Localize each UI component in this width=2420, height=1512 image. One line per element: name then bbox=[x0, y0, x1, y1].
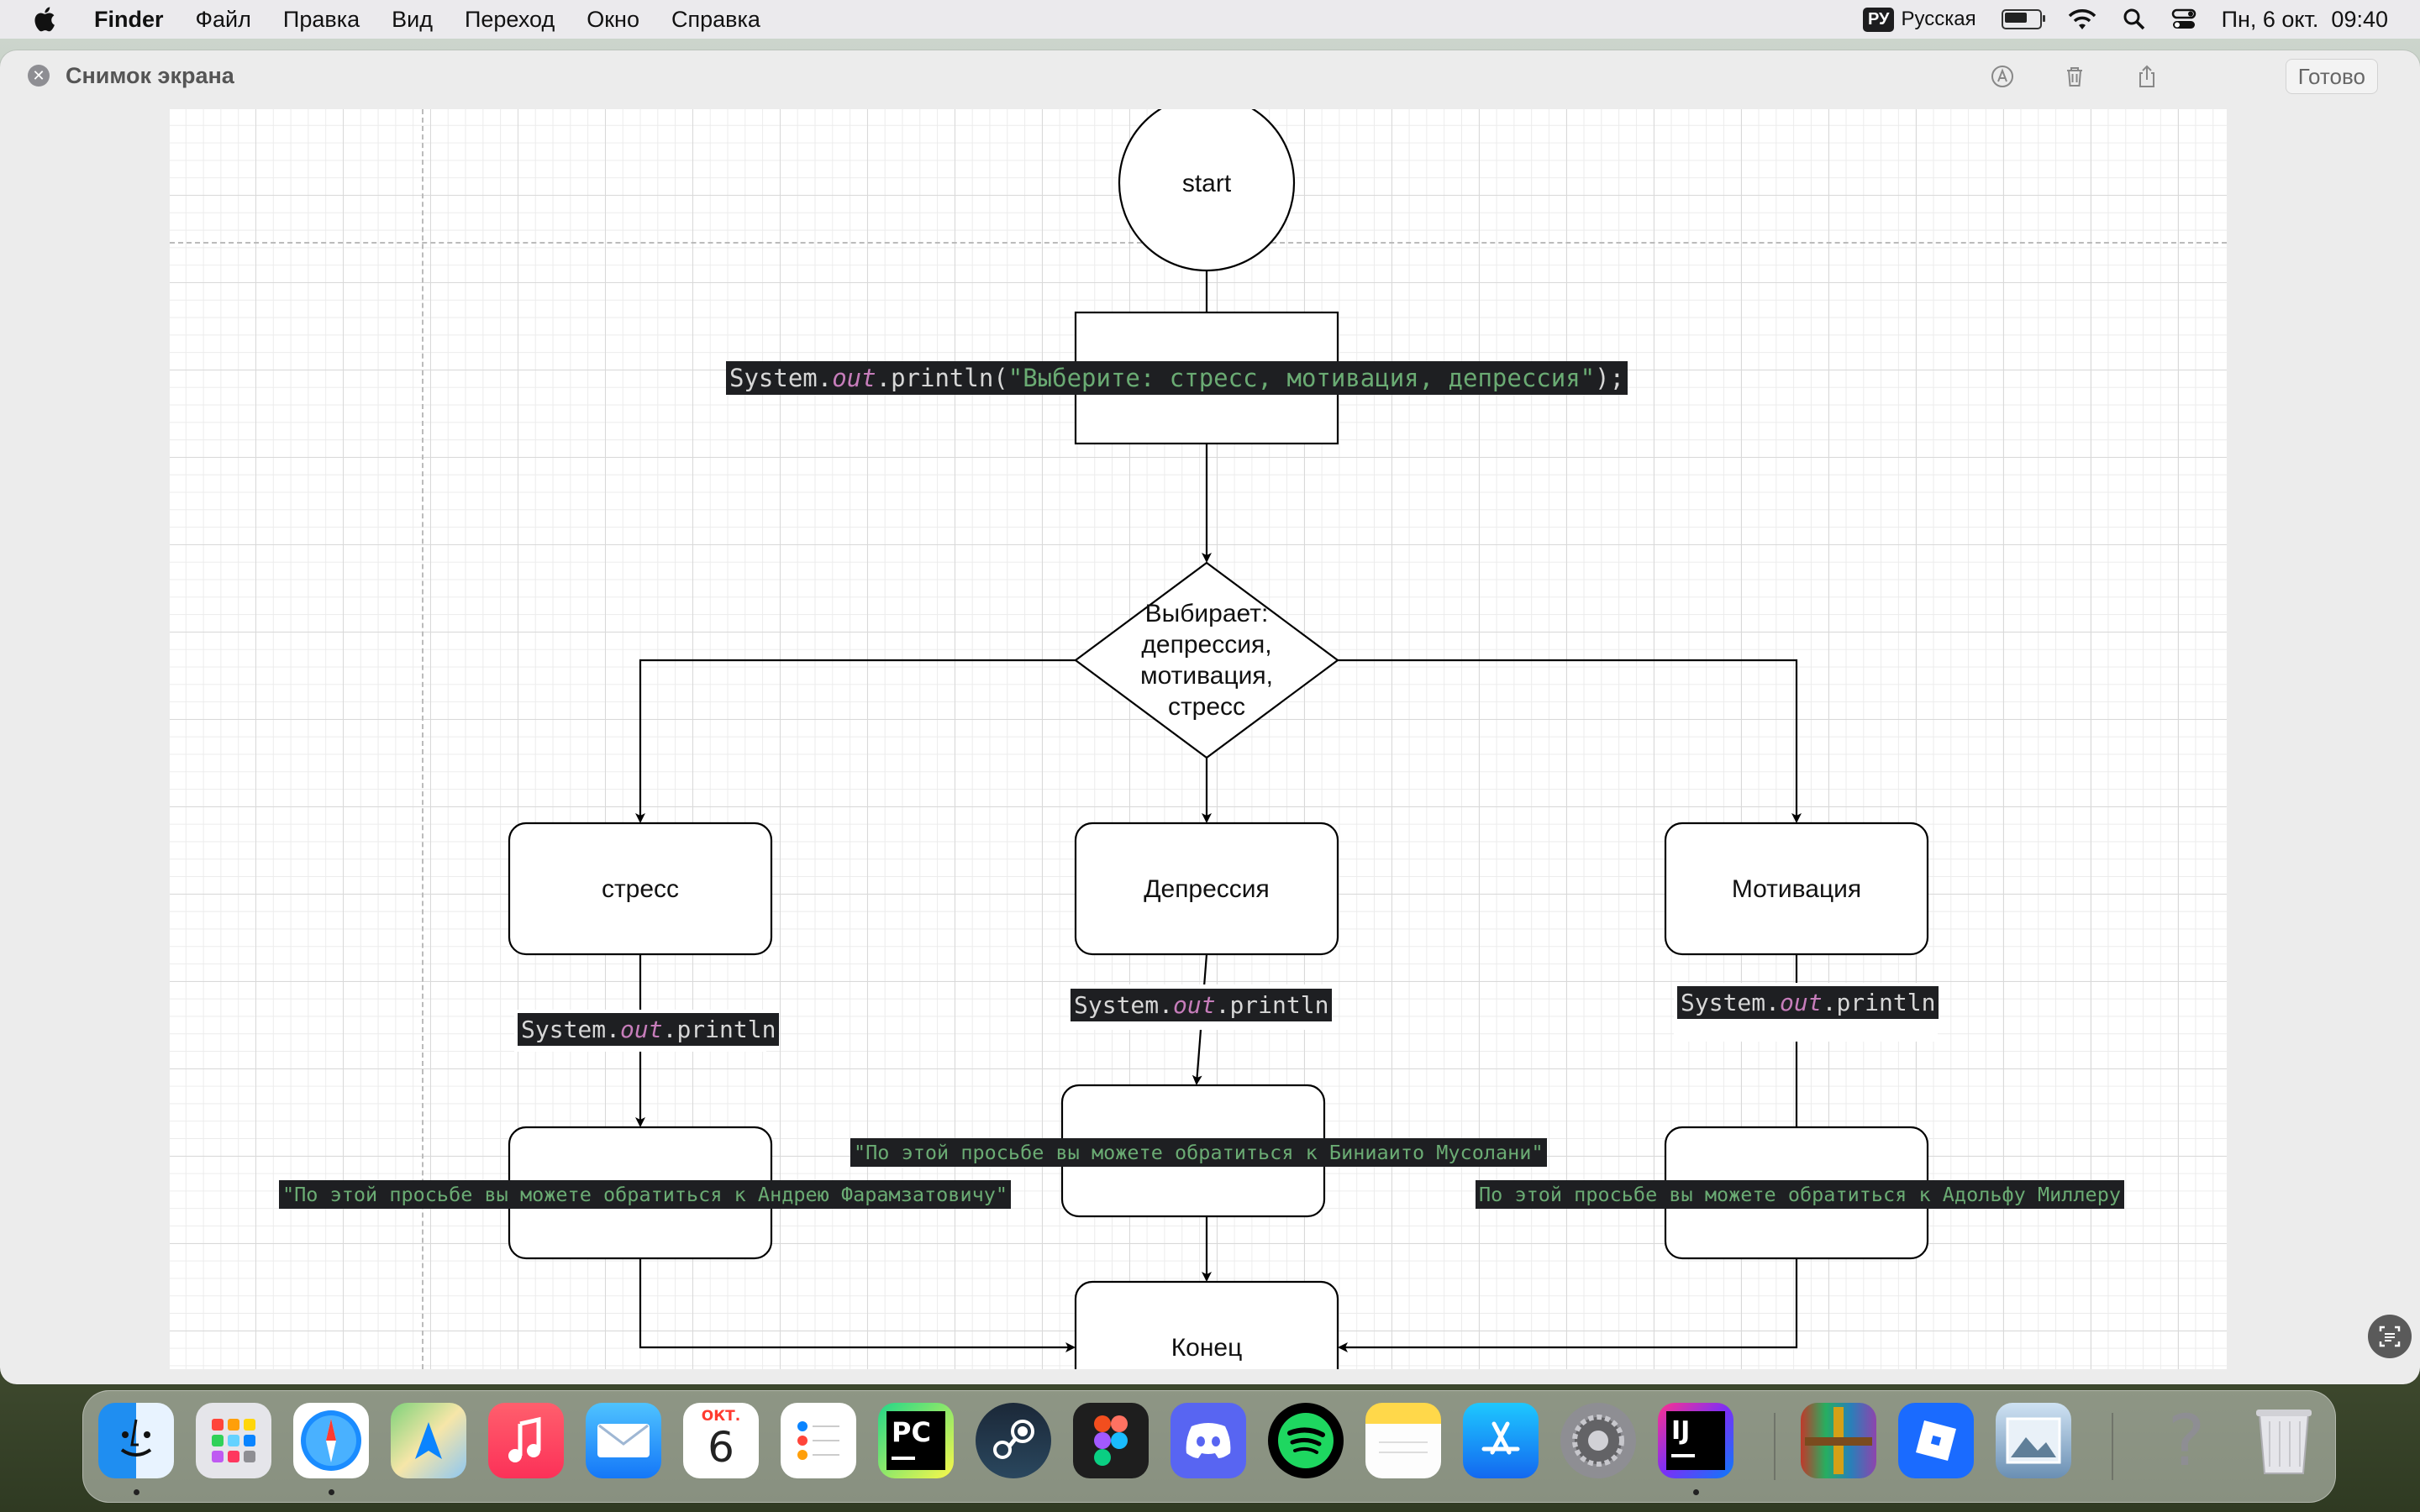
menu-go[interactable]: Переход bbox=[465, 7, 555, 33]
calendar-month: ОКТ. bbox=[701, 1408, 741, 1425]
running-indicator bbox=[134, 1489, 139, 1495]
menu-edit[interactable]: Правка bbox=[283, 7, 360, 33]
decision-label: Выбирает: депрессия, мотивация, стресс bbox=[1140, 600, 1273, 721]
code-println: .println bbox=[1822, 989, 1936, 1016]
figma-icon[interactable] bbox=[1073, 1403, 1149, 1478]
system-settings-icon[interactable] bbox=[1560, 1403, 1636, 1478]
code-println: .println( bbox=[876, 364, 1008, 392]
motivation-println-code: System.out.println bbox=[1677, 986, 1939, 1019]
spotify-icon[interactable] bbox=[1268, 1403, 1344, 1478]
roblox-icon[interactable] bbox=[1898, 1403, 1974, 1478]
intellij-icon[interactable]: IJ bbox=[1658, 1403, 1733, 1478]
notes-icon[interactable] bbox=[1365, 1403, 1441, 1478]
battery-icon[interactable] bbox=[2001, 9, 2045, 29]
start-label: start bbox=[1181, 169, 1232, 197]
app-store-icon[interactable] bbox=[1463, 1403, 1539, 1478]
menubar-clock[interactable]: Пн, 6 окт. 09:40 bbox=[2222, 7, 2388, 33]
motivation-label: Мотивация bbox=[1731, 874, 1862, 903]
help-question-icon[interactable]: ? bbox=[2149, 1399, 2224, 1482]
window-titlebar: ✕ Снимок экрана Готово bbox=[0, 50, 2420, 102]
code-println: .println bbox=[662, 1016, 776, 1043]
input-source-menu[interactable]: РУ Русская bbox=[1862, 7, 1976, 32]
close-icon[interactable]: ✕ bbox=[28, 65, 50, 87]
markup-icon[interactable] bbox=[1990, 64, 2015, 89]
motivation-message-code: По этой просьбе вы можете обратиться к А… bbox=[1476, 1180, 2125, 1209]
dock: ОКТ. 6 PC IJ ? bbox=[82, 1390, 2336, 1503]
input-source-label: Русская bbox=[1901, 8, 1976, 30]
code-system: System. bbox=[1681, 989, 1781, 1016]
safari-icon[interactable] bbox=[293, 1403, 369, 1478]
dock-separator bbox=[2112, 1413, 2113, 1480]
code-suffix: ); bbox=[1595, 364, 1625, 392]
screenshot-preview-window: ✕ Снимок экрана Готово start Выбирает: д… bbox=[0, 50, 2420, 1384]
stress-message: "По этой просьбе вы можете обратиться к … bbox=[282, 1183, 1008, 1206]
stress-label: стресс bbox=[601, 874, 680, 903]
menu-help[interactable]: Справка bbox=[671, 7, 760, 33]
done-button[interactable]: Готово bbox=[2285, 59, 2378, 94]
wifi-icon[interactable] bbox=[2067, 8, 2097, 31]
motivation-message: По этой просьбе вы можете обратиться к А… bbox=[1479, 1183, 2122, 1206]
trash-icon[interactable] bbox=[2062, 64, 2087, 89]
trash-bin-icon[interactable] bbox=[2246, 1403, 2322, 1478]
code-out: out bbox=[620, 1016, 663, 1043]
running-indicator bbox=[1693, 1489, 1699, 1495]
archive-utility-icon[interactable] bbox=[1801, 1403, 1876, 1478]
code-prompt-string: "Выберите: стресс, мотивация, депрессия" bbox=[1007, 364, 1596, 392]
music-icon[interactable] bbox=[488, 1403, 564, 1478]
code-out: out bbox=[832, 364, 876, 392]
input-source-badge: РУ bbox=[1862, 7, 1895, 32]
discord-icon[interactable] bbox=[1171, 1403, 1246, 1478]
code-out: out bbox=[1173, 991, 1216, 1019]
finder-icon[interactable] bbox=[98, 1403, 174, 1478]
dock-separator bbox=[1774, 1413, 1776, 1480]
pycharm-icon[interactable]: PC bbox=[878, 1403, 954, 1478]
calendar-icon[interactable]: ОКТ. 6 bbox=[683, 1403, 759, 1478]
stress-message-code: "По этой просьбе вы можете обратиться к … bbox=[279, 1180, 1012, 1209]
depression-println-code: System.out.println bbox=[1071, 989, 1333, 1021]
end-label: Конец bbox=[1171, 1333, 1243, 1362]
println-prompt-code: System.out.println("Выберите: стресс, мо… bbox=[726, 361, 1628, 395]
code-system: System. bbox=[521, 1016, 621, 1043]
battery-level-fill bbox=[2004, 13, 2027, 23]
depression-message-code: "По этой просьбе вы можете обратиться к … bbox=[850, 1138, 1547, 1167]
menu-view[interactable]: Вид bbox=[392, 7, 433, 33]
menu-file[interactable]: Файл bbox=[196, 7, 251, 33]
mail-icon[interactable] bbox=[586, 1403, 661, 1478]
launchpad-icon[interactable] bbox=[196, 1403, 271, 1478]
stress-println-code: System.out.println bbox=[518, 1013, 780, 1046]
code-out: out bbox=[1780, 989, 1823, 1016]
pycharm-label: PC bbox=[892, 1416, 931, 1448]
diagram-canvas: start Выбирает: депрессия, мотивация, ст… bbox=[170, 109, 2227, 1369]
menu-bar: Finder Файл Правка Вид Переход Окно Спра… bbox=[0, 0, 2420, 39]
code-system: System. bbox=[729, 364, 833, 392]
intellij-label: IJ bbox=[1671, 1416, 1691, 1446]
live-text-icon[interactable] bbox=[2368, 1315, 2412, 1358]
spotlight-search-icon[interactable] bbox=[2123, 8, 2146, 31]
code-println: .println bbox=[1215, 991, 1329, 1019]
code-system: System. bbox=[1074, 991, 1174, 1019]
steam-icon[interactable] bbox=[976, 1403, 1051, 1478]
menu-app-name[interactable]: Finder bbox=[94, 7, 164, 33]
depression-message: "По этой просьбе вы можете обратиться к … bbox=[854, 1141, 1544, 1164]
preview-icon[interactable] bbox=[1996, 1403, 2071, 1478]
apple-logo-icon[interactable] bbox=[32, 5, 60, 34]
reminders-icon[interactable] bbox=[781, 1403, 856, 1478]
menu-window[interactable]: Окно bbox=[587, 7, 639, 33]
calendar-day: 6 bbox=[708, 1423, 734, 1472]
running-indicator bbox=[329, 1489, 334, 1495]
depression-label: Депрессия bbox=[1144, 874, 1270, 903]
share-icon[interactable] bbox=[2134, 64, 2160, 89]
window-title: Снимок экрана bbox=[66, 63, 234, 88]
maps-icon[interactable] bbox=[391, 1403, 466, 1478]
control-center-icon[interactable] bbox=[2171, 8, 2196, 31]
